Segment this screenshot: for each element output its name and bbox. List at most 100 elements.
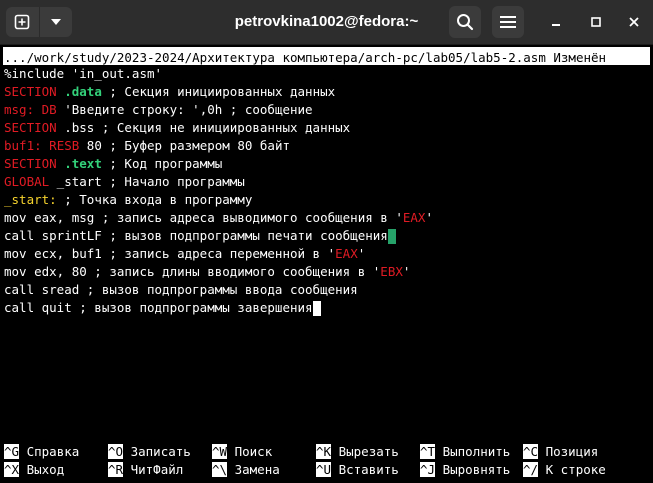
shortcut-item[interactable]: ^T Выполнить (420, 443, 510, 461)
code-line[interactable]: call sread ; вызов подпрограммы ввода со… (4, 281, 358, 299)
code-token: mov edx, 80 ; запись длины вводимого соо… (4, 264, 381, 279)
shortcut-key: ^R (108, 462, 124, 477)
shortcut-item[interactable]: ^W Поиск (212, 443, 272, 461)
code-line[interactable]: call sprintLF ; вызов подпрограммы печат… (4, 227, 396, 245)
code-line[interactable]: GLOBAL _start ; Начало программы (4, 173, 245, 191)
shortcut-key: ^O (108, 444, 124, 459)
search-button[interactable] (449, 6, 481, 38)
code-token: %include 'in_out.asm' (4, 66, 163, 81)
shortcut-label: Записать (123, 444, 191, 459)
window-titlebar: petrovkina1002@fedora:~ (0, 0, 653, 45)
code-token: .data (64, 84, 102, 99)
code-token: mov eax, msg ; запись адреса выводимого … (4, 210, 403, 225)
code-line[interactable]: msg: DB 'Введите строку: ',0h ; сообщени… (4, 101, 313, 119)
new-tab-button[interactable] (6, 7, 39, 37)
text-cursor (387, 229, 396, 244)
chevron-down-icon (50, 19, 61, 25)
close-icon (629, 17, 639, 27)
shortcut-key: ^K (316, 444, 332, 459)
nano-header-bar: .../work/study/2023-2024/Архитектура ком… (3, 47, 650, 65)
code-line[interactable]: SECTION .data ; Секция инициированных да… (4, 83, 335, 101)
shortcut-item[interactable]: ^O Записать (108, 443, 191, 461)
tab-menu-button[interactable] (39, 7, 72, 37)
code-token: .bss ; Секция не инициированных данных (56, 120, 351, 135)
code-token: ' (425, 210, 433, 225)
plus-square-icon (14, 14, 30, 30)
code-token: msg: (4, 102, 35, 117)
code-token: _start: (4, 192, 57, 207)
code-line[interactable]: SECTION .bss ; Секция не инициированных … (4, 119, 350, 137)
shortcut-key: ^G (4, 444, 20, 459)
shortcut-item[interactable]: ^\ Замена (212, 461, 280, 479)
code-line[interactable]: mov ecx, buf1 ; запись адреса переменной… (4, 245, 365, 263)
shortcut-label: Выполнить (435, 444, 511, 459)
code-line[interactable]: _start: ; Точка входа в программу (4, 191, 252, 209)
code-token: ; Секция инициированных данных (101, 84, 336, 99)
minimize-button[interactable] (546, 12, 566, 32)
hamburger-menu-button[interactable] (492, 6, 524, 38)
code-line[interactable]: mov eax, msg ; запись адреса выводимого … (4, 209, 433, 227)
shortcut-item[interactable]: ^J Выровнять (420, 461, 510, 479)
shortcut-label: Выровнять (435, 462, 511, 477)
code-token: SECTION (4, 84, 65, 99)
code-token: buf1: (4, 138, 42, 153)
shortcut-item[interactable]: ^/ К строке (523, 461, 606, 479)
shortcut-item[interactable]: ^X Выход (4, 461, 64, 479)
code-token: RESB (49, 138, 80, 153)
code-token: SECTION (4, 156, 65, 171)
shortcut-label: Справка (19, 444, 80, 459)
shortcut-item[interactable]: ^C Позиция (523, 443, 598, 461)
shortcut-key: ^X (4, 462, 20, 477)
shortcut-item[interactable]: ^G Справка (4, 443, 79, 461)
shortcut-key: ^U (316, 462, 332, 477)
minimize-icon (552, 24, 560, 26)
code-token: ; Код программы (101, 156, 223, 171)
close-button[interactable] (624, 12, 644, 32)
shortcut-label: Поиск (227, 444, 273, 459)
maximize-icon (591, 17, 601, 27)
code-token: 80 ; Буфер размером 80 байт (79, 138, 290, 153)
code-token: EAX (402, 210, 426, 225)
new-tab-group (6, 7, 72, 37)
code-token: call sread ; вызов подпрограммы ввода со… (4, 282, 358, 297)
shortcut-item[interactable]: ^K Вырезать (316, 443, 399, 461)
file-path: .../work/study/2023-2024/Архитектура ком… (4, 50, 607, 65)
code-token: DB (41, 102, 57, 117)
code-token: .text (64, 156, 102, 171)
code-line[interactable]: %include 'in_out.asm' (4, 65, 162, 83)
code-token: mov ecx, buf1 ; запись адреса переменной… (4, 246, 336, 261)
code-token: ' (357, 246, 366, 261)
search-icon (457, 14, 474, 31)
text-cursor (312, 301, 321, 316)
code-token: ; Точка входа в программу (56, 192, 253, 207)
shortcut-label: ЧитФайл (123, 462, 184, 477)
shortcut-key: ^C (523, 444, 539, 459)
shortcut-key: ^W (212, 444, 228, 459)
code-token: SECTION (4, 120, 57, 135)
code-line[interactable]: call quit ; вызов подпрограммы завершени… (4, 299, 321, 317)
maximize-button[interactable] (586, 12, 606, 32)
code-token: call quit ; вызов подпрограммы завершени… (4, 300, 313, 315)
shortcut-label: К строке (538, 462, 606, 477)
code-token: GLOBAL (4, 174, 50, 189)
code-token: 'Введите строку: ',0h ; сообщение (56, 102, 313, 117)
shortcut-item[interactable]: ^U Вставить (316, 461, 399, 479)
shortcut-label: Вставить (331, 462, 399, 477)
shortcut-item[interactable]: ^R ЧитФайл (108, 461, 183, 479)
code-token: call sprintLF ; вызов подпрограммы печат… (4, 228, 388, 243)
hamburger-menu-icon (500, 16, 516, 28)
shortcut-label: Замена (227, 462, 280, 477)
code-line[interactable]: buf1: RESB 80 ; Буфер размером 80 байт (4, 137, 290, 155)
shortcut-key: ^T (420, 444, 436, 459)
code-line[interactable]: mov edx, 80 ; запись длины вводимого соо… (4, 263, 410, 281)
shortcut-label: Позиция (538, 444, 599, 459)
code-token: _start ; Начало программы (49, 174, 245, 189)
shortcut-key: ^\ (212, 462, 228, 477)
code-token: EAX (335, 246, 358, 261)
shortcut-key: ^J (420, 462, 436, 477)
code-line[interactable]: SECTION .text ; Код программы (4, 155, 222, 173)
shortcut-label: Вырезать (331, 444, 399, 459)
code-token: ' (402, 264, 411, 279)
shortcut-key: ^/ (523, 462, 539, 477)
